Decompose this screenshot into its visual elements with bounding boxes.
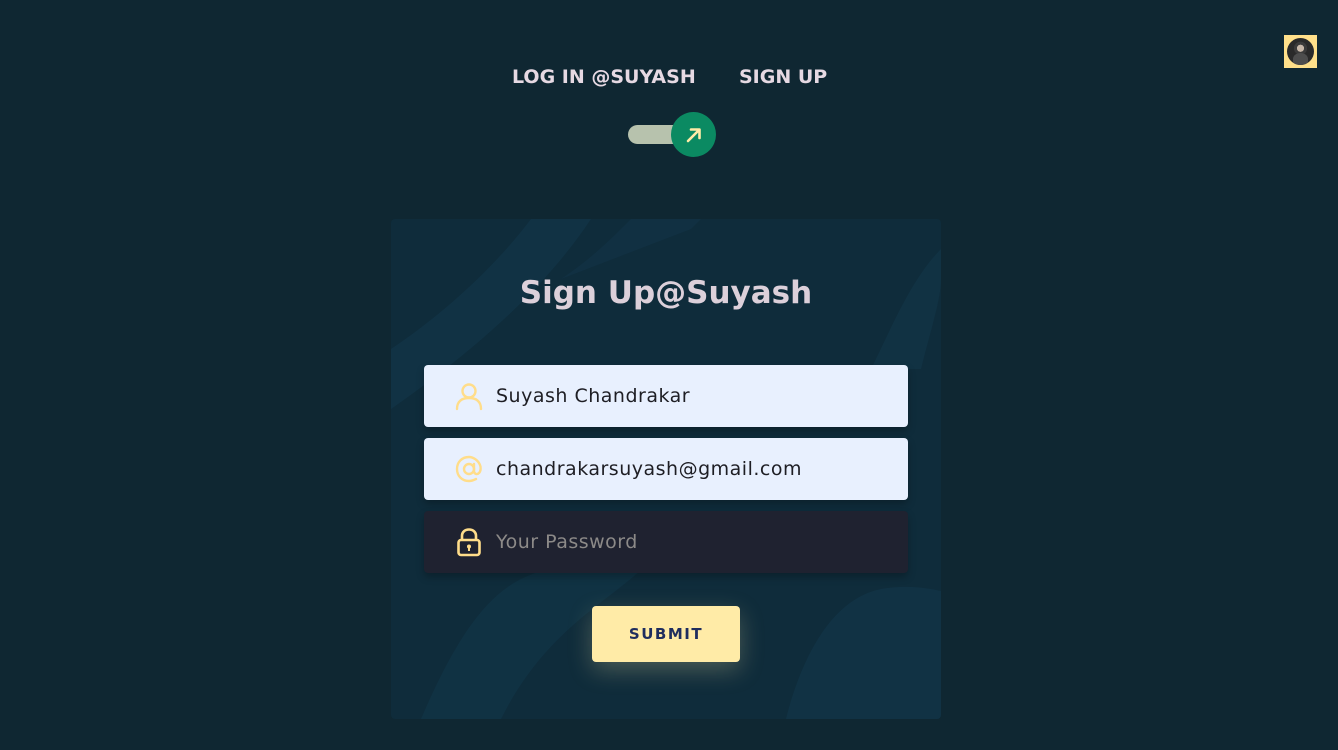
tab-login[interactable]: LOG IN @SUYASH	[512, 66, 696, 88]
password-input[interactable]	[496, 531, 886, 553]
signup-page: LOG IN @SUYASH SIGN UP Sign Up@Suyash Su…	[0, 0, 1338, 750]
user-icon	[453, 380, 485, 412]
user-avatar[interactable]	[1284, 35, 1317, 68]
signup-card: Sign Up@Suyash Suyash Chandrakar chandra…	[391, 219, 941, 719]
tab-signup[interactable]: SIGN UP	[739, 66, 827, 88]
password-field[interactable]	[424, 511, 908, 573]
auth-tabs: LOG IN @SUYASH SIGN UP	[0, 66, 1338, 94]
toggle-knob[interactable]	[671, 112, 716, 157]
card-title: Sign Up@Suyash	[519, 275, 813, 311]
email-field[interactable]	[424, 438, 908, 500]
arrow-up-right-icon	[686, 127, 701, 142]
at-sign-icon	[453, 453, 485, 485]
lock-icon	[453, 526, 485, 558]
login-signup-toggle[interactable]	[628, 112, 718, 158]
name-field[interactable]	[424, 365, 908, 427]
submit-button[interactable]: SUBMIT	[592, 606, 740, 662]
email-input[interactable]	[496, 458, 886, 480]
avatar-image	[1287, 38, 1314, 65]
name-input[interactable]	[496, 385, 886, 407]
